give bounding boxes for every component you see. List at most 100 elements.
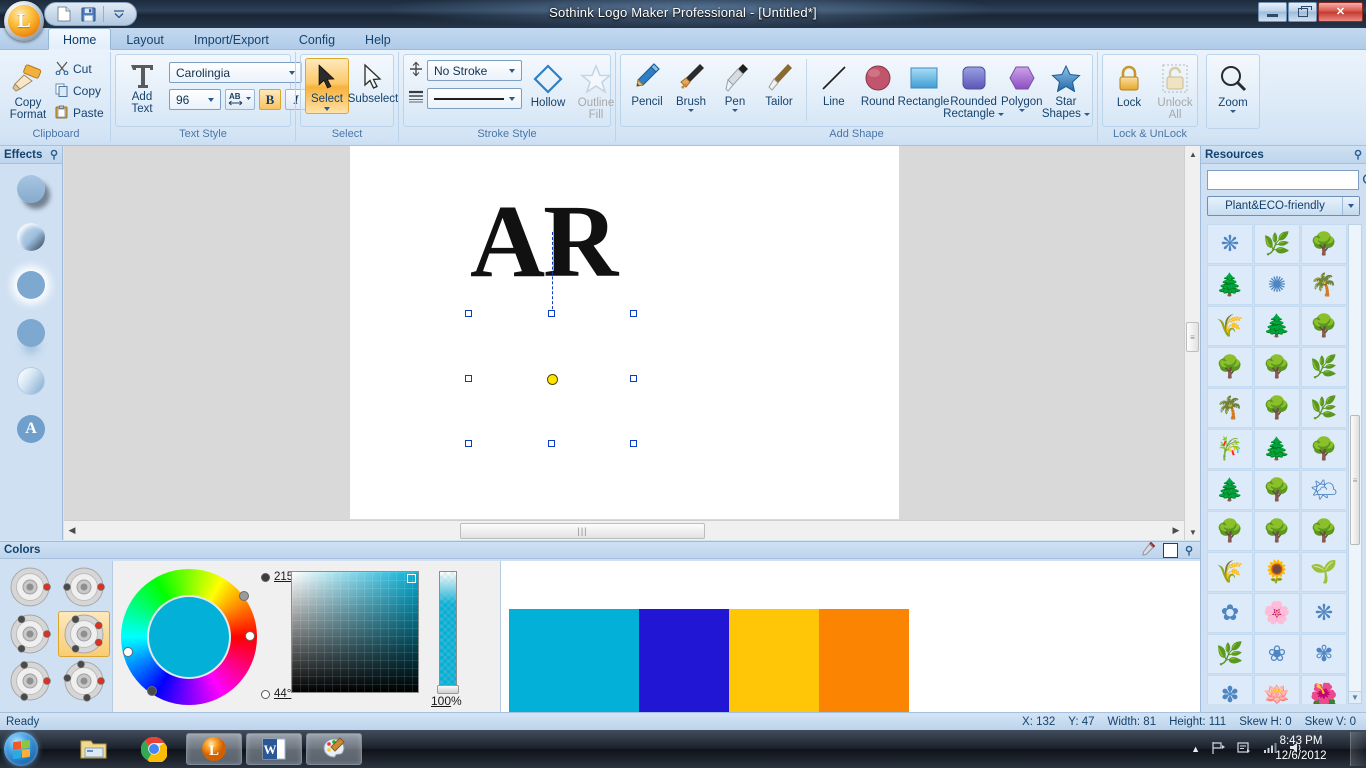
resource-item[interactable]: 🌳: [1254, 470, 1300, 510]
resource-item[interactable]: 🌿: [1254, 224, 1300, 264]
pin-icon[interactable]: ⚲: [1354, 148, 1362, 161]
handle-middle-left[interactable]: [465, 375, 472, 382]
taskbar-item-explorer[interactable]: [66, 733, 122, 765]
stroke-weight-select[interactable]: [427, 88, 522, 109]
effect-reflection[interactable]: [14, 316, 48, 350]
horizontal-scroll-thumb[interactable]: |||: [460, 522, 705, 539]
pin-icon[interactable]: ⚲: [50, 148, 58, 161]
rotation-pivot-handle[interactable]: [546, 374, 558, 385]
sv-cursor[interactable]: [407, 574, 416, 583]
save-button[interactable]: [77, 4, 99, 24]
resource-item[interactable]: 🌳: [1254, 511, 1300, 551]
canvas-area[interactable]: AR: [64, 146, 1200, 540]
artwork-text[interactable]: AR: [470, 190, 618, 294]
resource-item[interactable]: 🌺: [1301, 675, 1347, 704]
palette-swatch-2[interactable]: [639, 609, 729, 727]
resource-item[interactable]: ✺: [1254, 265, 1300, 305]
taskbar-clock[interactable]: 8:43 PM 12/6/2012: [1258, 734, 1344, 764]
resource-item[interactable]: 🌴: [1207, 388, 1253, 428]
add-text-button[interactable]: Add Text: [120, 57, 164, 118]
copy-format-button[interactable]: Copy Format: [6, 56, 50, 124]
lock-button[interactable]: Lock: [1107, 58, 1151, 112]
action-center-icon[interactable]: [1237, 741, 1252, 758]
handle-bottom-left[interactable]: [465, 440, 472, 447]
color-scheme-1[interactable]: [4, 564, 56, 609]
effect-glow[interactable]: [14, 268, 48, 302]
resource-item[interactable]: ✿: [1207, 593, 1253, 633]
rectangle-shape-button[interactable]: Rectangle: [898, 57, 949, 111]
tab-layout[interactable]: Layout: [111, 28, 179, 50]
handle-top-right[interactable]: [630, 310, 637, 317]
wheel-knob-1[interactable]: [239, 591, 249, 601]
handle-bottom-center[interactable]: [548, 440, 555, 447]
application-menu-button[interactable]: L: [4, 1, 44, 41]
color-scheme-3[interactable]: [4, 611, 56, 656]
taskbar-item-paint[interactable]: [306, 733, 362, 765]
resource-item[interactable]: 🌿: [1207, 634, 1253, 674]
resource-item[interactable]: 🌾: [1207, 552, 1253, 592]
resource-item[interactable]: 🌴: [1301, 265, 1347, 305]
resource-item[interactable]: 🪷: [1254, 675, 1300, 704]
resource-item[interactable]: ✾: [1301, 634, 1347, 674]
unlock-all-button[interactable]: Unlock All: [1153, 58, 1197, 124]
taskbar-item-chrome[interactable]: [126, 733, 182, 765]
resources-scroll-down[interactable]: ▼: [1348, 691, 1362, 704]
color-scheme-6[interactable]: [58, 659, 110, 704]
copy-button[interactable]: Copy: [50, 81, 109, 101]
subselect-tool-button[interactable]: Subselect: [348, 58, 398, 108]
angle-secondary-row[interactable]: 44°: [261, 688, 291, 700]
font-size-select[interactable]: 96: [169, 89, 221, 110]
current-color-swatch[interactable]: [1162, 542, 1178, 558]
show-hidden-icons-button[interactable]: ▲: [1191, 744, 1200, 754]
horizontal-scroll-track[interactable]: |||: [80, 522, 1168, 540]
resources-scrollbar[interactable]: ≡: [1348, 224, 1362, 704]
show-desktop-button[interactable]: [1350, 732, 1366, 766]
resource-item[interactable]: 🌸: [1254, 593, 1300, 633]
new-document-button[interactable]: [53, 4, 75, 24]
bold-button[interactable]: B: [259, 89, 281, 110]
resource-item[interactable]: ❀: [1254, 634, 1300, 674]
resource-item[interactable]: 🌿: [1301, 347, 1347, 387]
effect-bevel[interactable]: [14, 220, 48, 254]
saturation-value-picker[interactable]: [291, 571, 419, 693]
star-shapes-button[interactable]: Star Shapes: [1042, 57, 1090, 123]
resource-item[interactable]: 🌳: [1254, 347, 1300, 387]
resource-item[interactable]: 🌲: [1254, 429, 1300, 469]
color-scheme-2[interactable]: [58, 564, 110, 609]
scroll-up-icon[interactable]: ▲: [1185, 146, 1201, 162]
close-button[interactable]: ✕: [1318, 2, 1363, 22]
pen-tool-button[interactable]: Pen: [713, 57, 757, 115]
rounded-rectangle-shape-button[interactable]: Rounded Rectangle: [943, 57, 1004, 123]
line-shape-button[interactable]: Line: [812, 57, 856, 111]
pin-icon[interactable]: ⚲: [1185, 544, 1193, 557]
resource-item[interactable]: 🌱: [1301, 552, 1347, 592]
stroke-kind-select[interactable]: No Stroke: [427, 60, 522, 81]
resource-item[interactable]: ✽: [1207, 675, 1253, 704]
wheel-knob-2[interactable]: [245, 631, 255, 641]
handle-middle-right[interactable]: [630, 375, 637, 382]
tab-help[interactable]: Help: [350, 28, 406, 50]
round-shape-button[interactable]: Round: [856, 57, 900, 111]
minimize-button[interactable]: [1258, 2, 1287, 22]
taskbar-item-sothink-logo-maker[interactable]: L: [186, 733, 242, 765]
resource-item[interactable]: 🌳: [1301, 429, 1347, 469]
color-scheme-4[interactable]: [58, 611, 110, 657]
resource-item[interactable]: 🌲: [1254, 306, 1300, 346]
resource-item[interactable]: 🎋: [1207, 429, 1253, 469]
scroll-right-icon[interactable]: ▶: [1168, 522, 1184, 540]
canvas-horizontal-scrollbar[interactable]: ◀ ||| ▶: [64, 520, 1184, 540]
resources-search-input[interactable]: [1207, 170, 1359, 190]
eyedropper-icon[interactable]: [1141, 541, 1156, 559]
restore-button[interactable]: [1288, 2, 1317, 22]
resource-item[interactable]: 🌳: [1301, 511, 1347, 551]
color-wheel[interactable]: [121, 569, 257, 705]
resource-item[interactable]: 🌳: [1254, 388, 1300, 428]
tab-import-export[interactable]: Import/Export: [179, 28, 284, 50]
resource-item[interactable]: 🌳: [1301, 306, 1347, 346]
wheel-knob-3[interactable]: [123, 647, 133, 657]
zoom-button[interactable]: Zoom: [1209, 58, 1257, 116]
resource-item[interactable]: 🌿: [1301, 388, 1347, 428]
taskbar-item-word[interactable]: W: [246, 733, 302, 765]
alpha-slider-thumb[interactable]: [437, 685, 459, 694]
hollow-button[interactable]: Hollow: [526, 60, 570, 112]
